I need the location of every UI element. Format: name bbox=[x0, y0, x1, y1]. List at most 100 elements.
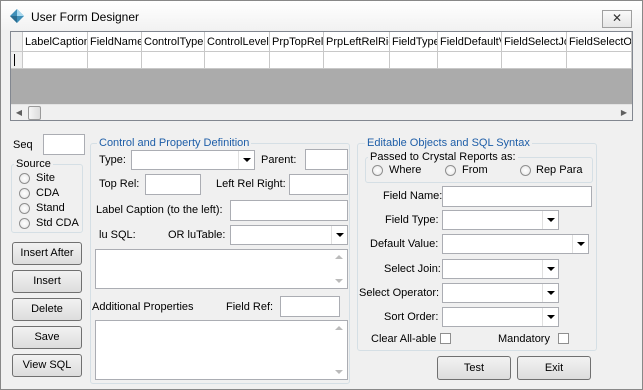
column-header[interactable]: ControlLevel bbox=[205, 32, 270, 52]
additional-properties-scrollbar[interactable] bbox=[331, 321, 347, 379]
or-lutable-label: OR luTable: bbox=[168, 229, 226, 241]
left-rel-right-input[interactable] bbox=[289, 174, 348, 195]
grid-cell[interactable] bbox=[324, 52, 390, 69]
top-rel-label: Top Rel: bbox=[99, 178, 140, 190]
chevron-down-icon[interactable] bbox=[542, 284, 558, 302]
chevron-down-icon[interactable] bbox=[542, 308, 558, 326]
grid-cell[interactable] bbox=[567, 52, 632, 69]
column-header[interactable]: LabelCaption bbox=[23, 32, 88, 52]
seq-input[interactable] bbox=[43, 134, 85, 155]
clear-all-able-label: Clear All-able bbox=[371, 333, 437, 345]
grid-header: LabelCaption FieldName ControlType Contr… bbox=[11, 32, 632, 52]
select-operator-combo[interactable] bbox=[442, 283, 559, 303]
type-combo[interactable] bbox=[131, 150, 255, 170]
grid-cell[interactable] bbox=[502, 52, 567, 69]
column-header[interactable]: FieldName bbox=[88, 32, 142, 52]
grid-cell[interactable] bbox=[205, 52, 270, 69]
title-bar: User Form Designer ✕ bbox=[1, 1, 642, 30]
source-radio-stand[interactable] bbox=[19, 203, 30, 214]
source-group-title: Source bbox=[14, 158, 53, 170]
clear-all-able-checkbox[interactable] bbox=[440, 333, 451, 344]
grid-cell[interactable] bbox=[88, 52, 142, 69]
label-caption-label: Label Caption (to the left): bbox=[96, 204, 223, 216]
chevron-down-icon[interactable] bbox=[542, 211, 558, 229]
lu-sql-scrollbar[interactable] bbox=[331, 250, 347, 288]
grid-corner bbox=[11, 32, 23, 52]
source-option-label: Std CDA bbox=[36, 217, 79, 229]
additional-properties-textarea[interactable] bbox=[95, 320, 348, 380]
chevron-down-icon[interactable] bbox=[331, 226, 347, 244]
column-header[interactable]: PrpLeftRelRig bbox=[324, 32, 390, 52]
grid-cell[interactable] bbox=[142, 52, 205, 69]
parent-input[interactable] bbox=[305, 149, 348, 170]
table-row[interactable] bbox=[11, 52, 632, 69]
scroll-left-icon[interactable]: ◀ bbox=[11, 105, 27, 121]
grid-cell[interactable] bbox=[23, 52, 88, 69]
passed-radio-rep-para[interactable] bbox=[520, 165, 531, 176]
editable-objects-title: Editable Objects and SQL Syntax bbox=[365, 137, 532, 149]
passed-option-label: Where bbox=[389, 164, 422, 176]
grid-cell[interactable] bbox=[438, 52, 502, 69]
control-definition-title: Control and Property Definition bbox=[97, 137, 252, 149]
save-button[interactable]: Save bbox=[12, 326, 82, 349]
column-header[interactable]: FieldSelectJo bbox=[502, 32, 567, 52]
column-header[interactable]: FieldSelectOp bbox=[567, 32, 632, 52]
source-radio-site[interactable] bbox=[19, 173, 30, 184]
mandatory-label: Mandatory bbox=[498, 333, 550, 345]
field-name-label: Field Name: bbox=[383, 190, 443, 202]
user-form-designer-window: User Form Designer ✕ LabelCaption FieldN… bbox=[0, 0, 643, 390]
additional-properties-label: Additional Properties bbox=[92, 301, 194, 313]
scroll-thumb[interactable] bbox=[28, 106, 41, 120]
lutable-combo[interactable] bbox=[230, 225, 348, 245]
mandatory-checkbox[interactable] bbox=[558, 333, 569, 344]
test-button[interactable]: Test bbox=[437, 356, 511, 380]
passed-radio-where[interactable] bbox=[372, 165, 383, 176]
insert-after-button[interactable]: Insert After bbox=[12, 242, 82, 265]
column-header[interactable]: FieldDefaultV bbox=[438, 32, 502, 52]
type-label: Type: bbox=[99, 154, 126, 166]
chevron-down-icon[interactable] bbox=[238, 151, 254, 169]
column-header[interactable]: ControlType bbox=[142, 32, 205, 52]
seq-label: Seq bbox=[13, 139, 33, 151]
close-icon: ✕ bbox=[611, 11, 623, 25]
sort-order-label: Sort Order: bbox=[384, 311, 439, 323]
source-option-label: CDA bbox=[36, 187, 60, 199]
column-header[interactable]: PrpTopRel bbox=[270, 32, 324, 52]
chevron-down-icon[interactable] bbox=[542, 260, 558, 278]
source-option-label: Stand bbox=[36, 202, 65, 214]
field-ref-label: Field Ref: bbox=[226, 301, 274, 313]
select-join-combo[interactable] bbox=[442, 259, 559, 279]
default-value-combo[interactable] bbox=[442, 234, 589, 254]
app-diamond-icon bbox=[10, 9, 24, 23]
sort-order-combo[interactable] bbox=[442, 307, 559, 327]
source-radio-std-cda[interactable] bbox=[19, 218, 30, 229]
window-title: User Form Designer bbox=[31, 10, 140, 24]
top-rel-input[interactable] bbox=[145, 174, 201, 195]
view-sql-button[interactable]: View SQL bbox=[12, 354, 82, 377]
field-type-combo[interactable] bbox=[442, 210, 559, 230]
passed-to-crystal-title: Passed to Crystal Reports as: bbox=[368, 151, 518, 163]
field-name-input[interactable] bbox=[442, 186, 592, 207]
grid-horizontal-scrollbar[interactable]: ◀ ▶ bbox=[11, 104, 632, 120]
delete-button[interactable]: Delete bbox=[12, 298, 82, 321]
lu-sql-label: lu SQL: bbox=[99, 229, 136, 241]
passed-radio-from[interactable] bbox=[445, 165, 456, 176]
exit-button[interactable]: Exit bbox=[517, 356, 591, 380]
source-radio-cda[interactable] bbox=[19, 188, 30, 199]
label-caption-input[interactable] bbox=[230, 200, 348, 221]
fields-grid[interactable]: LabelCaption FieldName ControlType Contr… bbox=[10, 31, 633, 121]
close-button[interactable]: ✕ bbox=[602, 10, 632, 28]
chevron-down-icon[interactable] bbox=[572, 235, 588, 253]
field-ref-input[interactable] bbox=[280, 296, 340, 317]
grid-cell[interactable] bbox=[270, 52, 324, 69]
passed-option-label: From bbox=[462, 164, 488, 176]
column-header[interactable]: FieldType bbox=[390, 32, 438, 52]
select-operator-label: Select Operator: bbox=[359, 287, 440, 299]
field-type-label: Field Type: bbox=[385, 214, 439, 226]
row-selector[interactable] bbox=[11, 52, 23, 69]
lu-sql-textarea[interactable] bbox=[95, 249, 348, 289]
default-value-label: Default Value: bbox=[370, 238, 439, 250]
grid-cell[interactable] bbox=[390, 52, 438, 69]
insert-button[interactable]: Insert bbox=[12, 270, 82, 293]
scroll-right-icon[interactable]: ▶ bbox=[616, 105, 632, 121]
